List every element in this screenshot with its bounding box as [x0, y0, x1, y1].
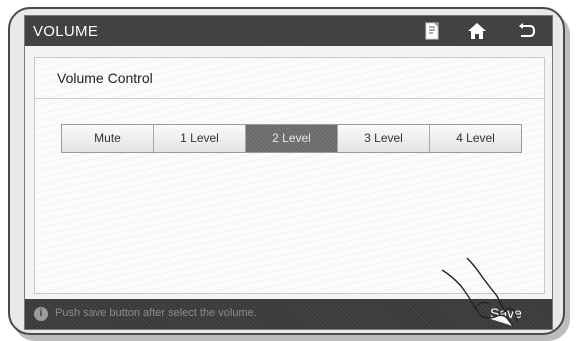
- bottom-bar: i Push save button after select the volu…: [25, 299, 552, 329]
- level-option-1[interactable]: 1 Level: [154, 125, 246, 152]
- note-icon[interactable]: [420, 20, 444, 42]
- info-icon: i: [34, 307, 48, 321]
- title-bar: VOLUME: [25, 16, 552, 46]
- back-icon[interactable]: [513, 20, 539, 42]
- level-option-3[interactable]: 3 Level: [338, 125, 430, 152]
- device-frame: VOLUME Volume Control Mute 1 Level 2 Lev…: [8, 7, 565, 335]
- hint-text: Push save button after select the volume…: [55, 307, 257, 319]
- screen: VOLUME Volume Control Mute 1 Level 2 Lev…: [24, 15, 553, 330]
- volume-panel: Volume Control Mute 1 Level 2 Level 3 Le…: [34, 57, 545, 294]
- level-option-mute[interactable]: Mute: [62, 125, 154, 152]
- panel-title: Volume Control: [57, 70, 153, 86]
- level-option-4[interactable]: 4 Level: [430, 125, 521, 152]
- level-option-2[interactable]: 2 Level: [246, 125, 338, 152]
- volume-level-selector: Mute 1 Level 2 Level 3 Level 4 Level: [61, 124, 522, 153]
- save-button[interactable]: Save: [490, 305, 522, 321]
- home-icon[interactable]: [464, 20, 490, 42]
- page-title: VOLUME: [33, 23, 99, 40]
- panel-header: Volume Control: [35, 58, 544, 99]
